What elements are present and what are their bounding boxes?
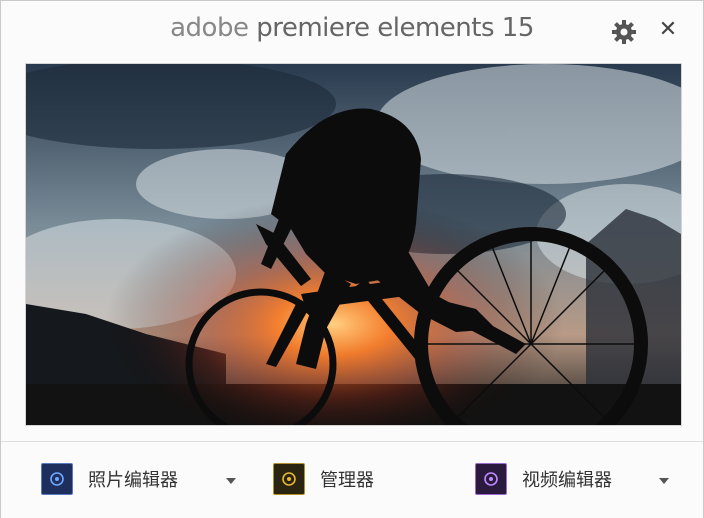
photo-editor-label: 照片编辑器 bbox=[88, 470, 178, 491]
app-title: adobe premiere elements 15 bbox=[1, 13, 703, 43]
hero-image-placeholder bbox=[26, 64, 681, 425]
photo-editor-button[interactable]: 照片编辑器 bbox=[41, 462, 178, 496]
organizer-icon bbox=[273, 463, 305, 495]
organizer-label: 管理器 bbox=[320, 470, 374, 491]
organizer-button[interactable]: 管理器 bbox=[273, 462, 374, 496]
title-bar: adobe premiere elements 15 ✕ bbox=[1, 1, 703, 61]
gear-icon bbox=[612, 20, 636, 44]
close-button[interactable]: ✕ bbox=[656, 17, 680, 43]
hero-image bbox=[25, 63, 682, 426]
video-editor-icon bbox=[475, 463, 507, 495]
photo-editor-icon bbox=[41, 463, 73, 495]
video-editor-button[interactable]: 视频编辑器 bbox=[475, 462, 612, 496]
video-editor-dropdown[interactable] bbox=[657, 472, 671, 484]
chevron-down-icon bbox=[659, 478, 669, 484]
video-editor-label: 视频编辑器 bbox=[522, 470, 612, 491]
app-title-product: premiere elements 15 bbox=[256, 13, 534, 43]
photo-editor-dropdown[interactable] bbox=[224, 472, 238, 484]
close-icon: ✕ bbox=[658, 17, 678, 42]
app-title-brand: adobe bbox=[170, 13, 249, 43]
settings-button[interactable] bbox=[611, 19, 637, 45]
chevron-down-icon bbox=[226, 478, 236, 484]
launcher-window: adobe premiere elements 15 ✕ bbox=[0, 0, 704, 518]
